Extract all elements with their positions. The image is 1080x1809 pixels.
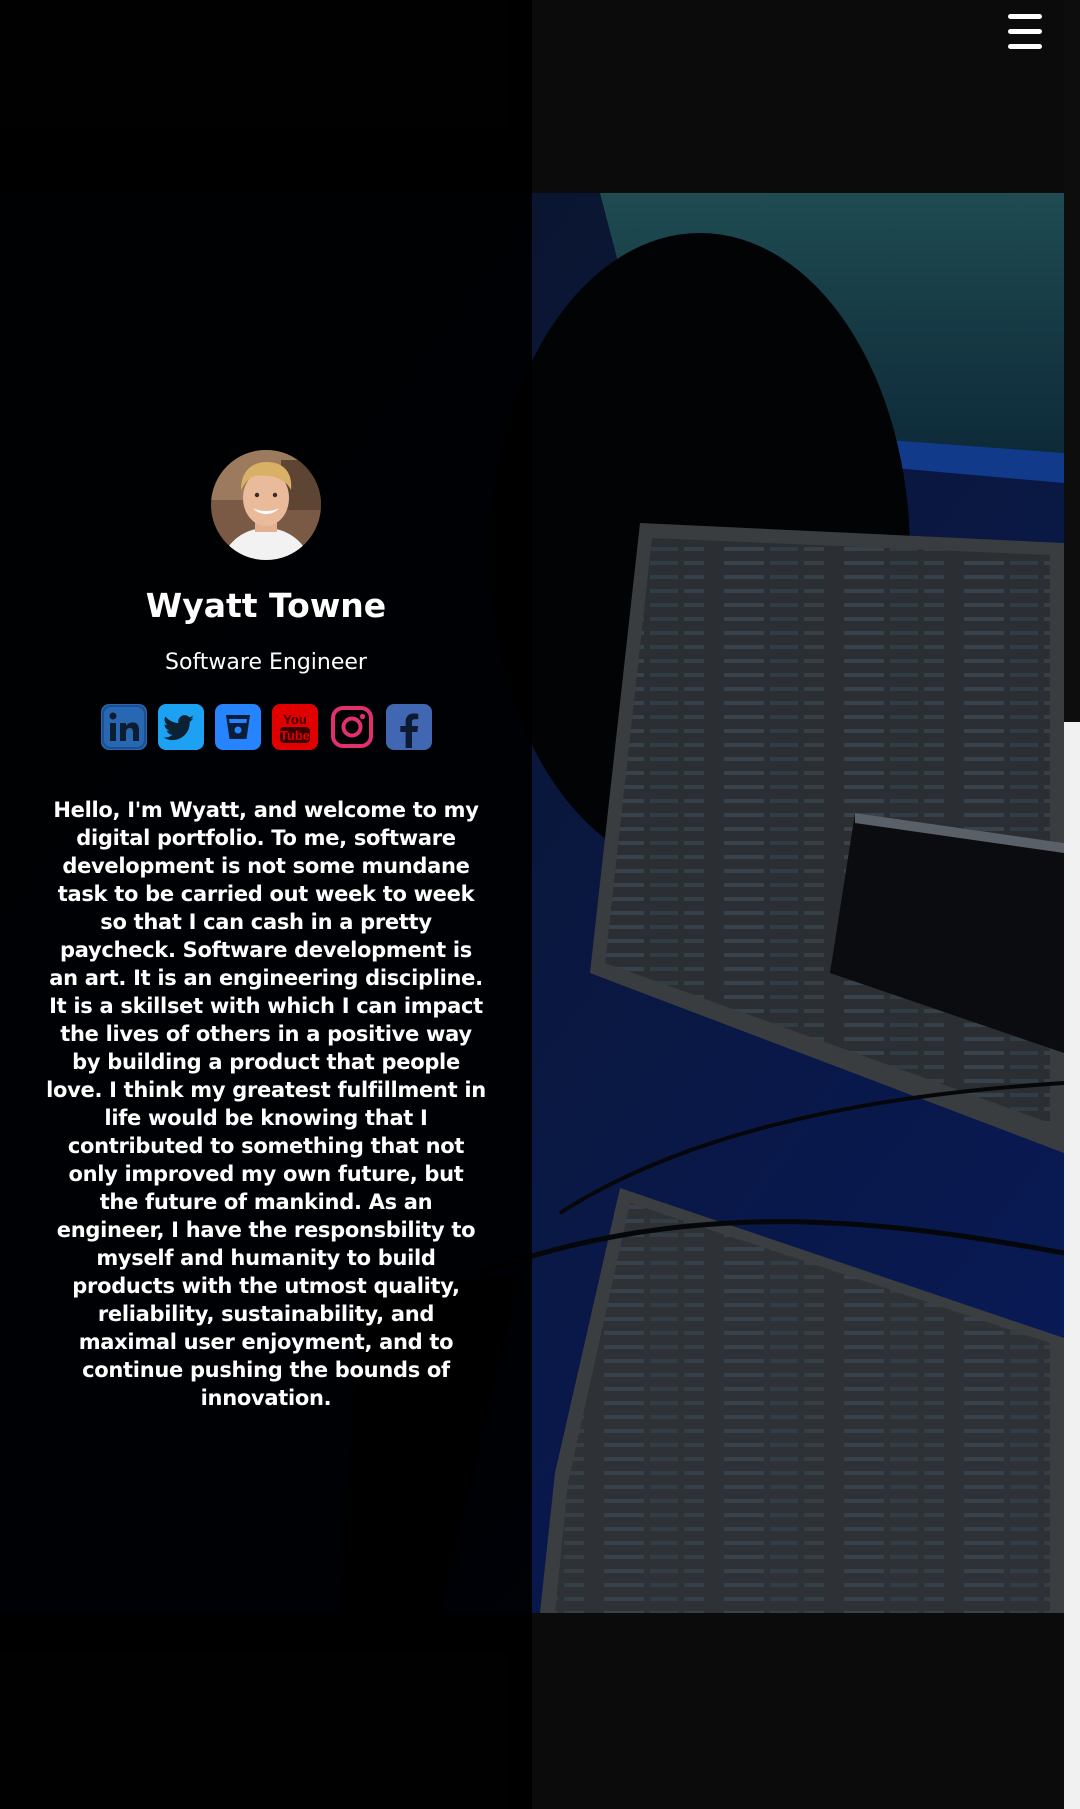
hamburger-line <box>1008 44 1042 49</box>
profile-section: Wyatt Towne Software Engineer You Tube H… <box>0 450 532 1412</box>
instagram-link[interactable] <box>329 704 375 750</box>
facebook-link[interactable] <box>385 704 432 750</box>
social-links: You Tube <box>0 704 532 750</box>
facebook-icon <box>387 706 430 748</box>
profile-bio: Hello, I'm Wyatt, and welcome to my digi… <box>46 798 486 1410</box>
bitbucket-link[interactable] <box>214 704 261 750</box>
twitter-link[interactable] <box>157 704 204 750</box>
linkedin-icon <box>101 705 146 749</box>
hamburger-line <box>1008 14 1042 19</box>
profile-photo <box>211 450 321 560</box>
youtube-link[interactable]: You Tube <box>271 704 318 750</box>
youtube-glyph-top: You <box>283 712 307 727</box>
twitter-icon <box>159 706 202 748</box>
instagram-icon <box>330 706 373 748</box>
avatar <box>211 450 321 560</box>
linkedin-link[interactable] <box>100 704 147 750</box>
hamburger-line <box>1008 29 1042 34</box>
profile-name: Wyatt Towne <box>145 586 387 625</box>
page: Wyatt Towne Software Engineer You Tube H… <box>0 0 1064 1809</box>
profile-title: Software Engineer <box>165 650 367 675</box>
youtube-icon: You Tube <box>273 706 316 748</box>
scrollbar-thumb[interactable] <box>1064 722 1080 1809</box>
youtube-glyph-bottom: Tube <box>279 728 309 743</box>
hamburger-menu-button[interactable] <box>1008 14 1042 54</box>
bitbucket-icon <box>216 706 259 748</box>
